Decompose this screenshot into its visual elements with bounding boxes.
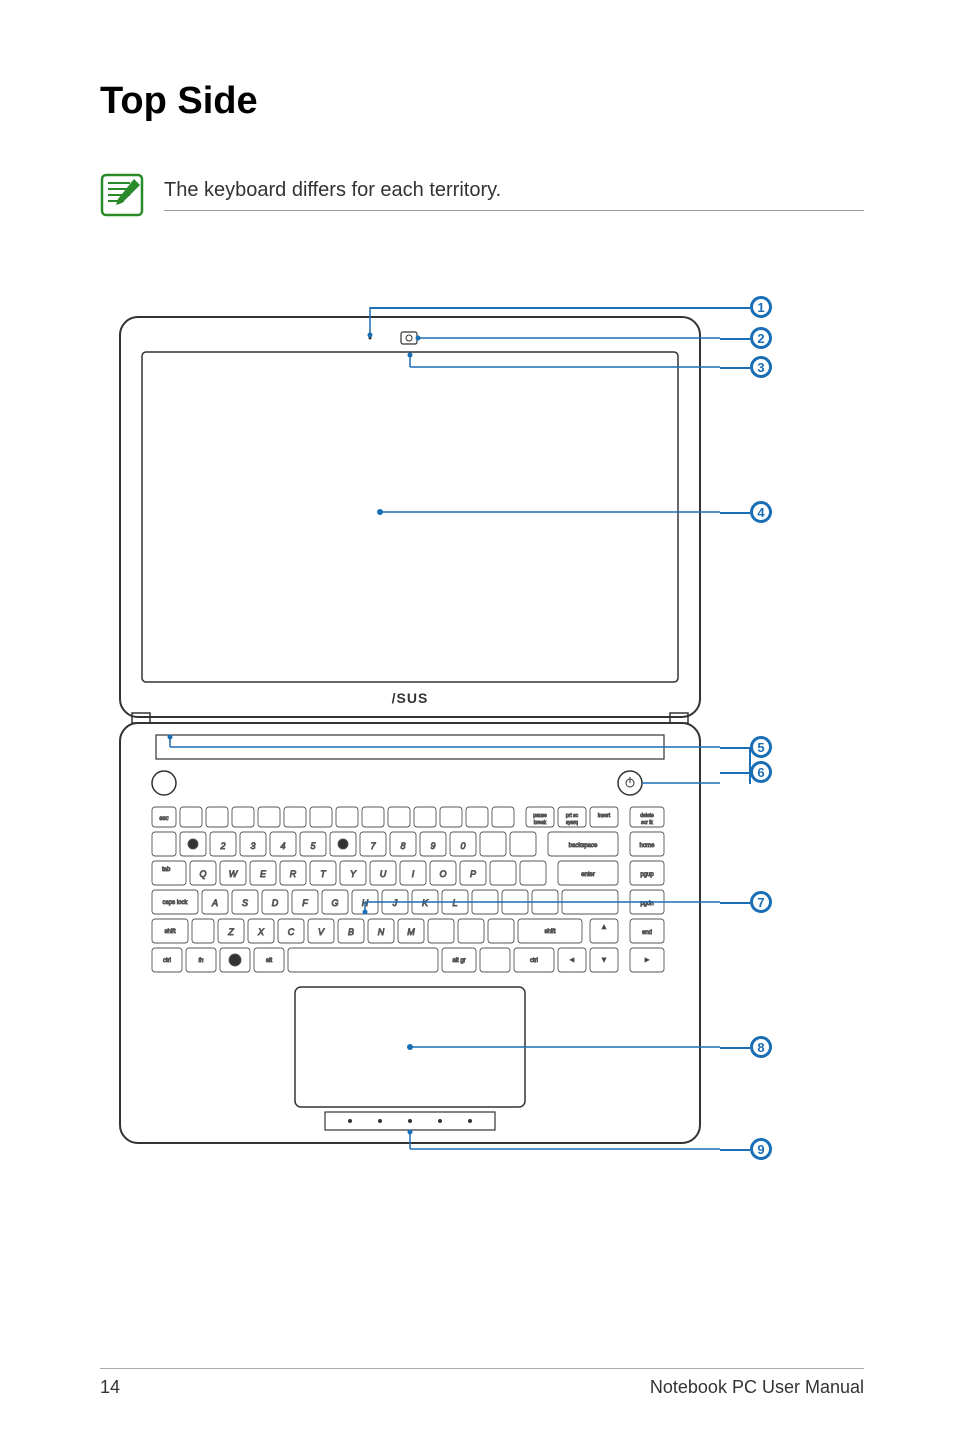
svg-text:L: L bbox=[452, 898, 457, 908]
svg-text:backspace: backspace bbox=[569, 843, 598, 849]
svg-text:M: M bbox=[407, 927, 415, 937]
svg-text:P: P bbox=[470, 869, 476, 879]
page-number: 14 bbox=[100, 1377, 120, 1398]
page-footer: 14 Notebook PC User Manual bbox=[100, 1368, 864, 1398]
svg-text:▴: ▴ bbox=[602, 922, 606, 931]
svg-text:shift: shift bbox=[544, 929, 555, 935]
callout-4: 4 bbox=[750, 501, 772, 523]
svg-text:F: F bbox=[302, 898, 308, 908]
svg-text:prt sc: prt sc bbox=[566, 813, 579, 819]
svg-text:U: U bbox=[380, 869, 387, 879]
svg-text:delete: delete bbox=[640, 813, 654, 819]
svg-text:W: W bbox=[229, 869, 239, 879]
svg-text:V: V bbox=[318, 927, 325, 937]
svg-text:insert: insert bbox=[598, 813, 611, 819]
svg-text:/SUS: /SUS bbox=[392, 690, 429, 706]
svg-text:◂: ◂ bbox=[570, 955, 574, 964]
svg-text:esc: esc bbox=[159, 816, 168, 822]
svg-text:3: 3 bbox=[250, 841, 255, 851]
svg-text:7: 7 bbox=[370, 841, 376, 851]
svg-text:Z: Z bbox=[227, 927, 234, 937]
svg-text:alt gr: alt gr bbox=[452, 958, 465, 964]
svg-text:scr lk: scr lk bbox=[641, 820, 653, 826]
svg-text:R: R bbox=[290, 869, 297, 879]
svg-text:0: 0 bbox=[460, 841, 465, 851]
svg-text:K: K bbox=[422, 898, 429, 908]
svg-text:caps lock: caps lock bbox=[162, 900, 188, 906]
svg-text:8: 8 bbox=[400, 841, 405, 851]
svg-text:Q: Q bbox=[199, 869, 206, 879]
svg-text:C: C bbox=[288, 927, 295, 937]
svg-text:B: B bbox=[348, 927, 354, 937]
callout-5: 5 bbox=[750, 736, 772, 758]
callout-8: 8 bbox=[750, 1036, 772, 1058]
svg-text:O: O bbox=[439, 869, 446, 879]
svg-text:I: I bbox=[412, 869, 415, 879]
note-row: The keyboard differs for each territory. bbox=[100, 173, 864, 217]
svg-text:ctrl: ctrl bbox=[163, 958, 171, 964]
svg-text:9: 9 bbox=[430, 841, 435, 851]
callout-7: 7 bbox=[750, 891, 772, 913]
svg-text:▸: ▸ bbox=[645, 955, 649, 964]
note-text: The keyboard differs for each territory. bbox=[164, 179, 501, 201]
svg-text:E: E bbox=[260, 869, 267, 879]
svg-text:S: S bbox=[242, 898, 248, 908]
svg-text:pgup: pgup bbox=[640, 872, 654, 878]
svg-text:pause: pause bbox=[533, 813, 547, 819]
svg-text:N: N bbox=[378, 927, 385, 937]
callout-2: 2 bbox=[750, 327, 772, 349]
svg-text:end: end bbox=[642, 930, 652, 936]
laptop-diagram: /SUS esc bbox=[100, 277, 880, 1177]
svg-text:Y: Y bbox=[350, 869, 357, 879]
svg-text:fn: fn bbox=[198, 958, 204, 964]
svg-text:sysrq: sysrq bbox=[566, 820, 578, 826]
svg-text:A: A bbox=[211, 898, 218, 908]
svg-text:break: break bbox=[534, 820, 547, 826]
svg-text:tab: tab bbox=[162, 867, 171, 873]
svg-text:home: home bbox=[639, 843, 655, 849]
svg-text:5: 5 bbox=[310, 841, 316, 851]
callout-6: 6 bbox=[750, 761, 772, 783]
manual-title: Notebook PC User Manual bbox=[650, 1377, 864, 1398]
svg-text:▾: ▾ bbox=[602, 955, 606, 964]
callout-9: 9 bbox=[750, 1138, 772, 1160]
svg-text:2: 2 bbox=[219, 841, 225, 851]
svg-text:4: 4 bbox=[280, 841, 285, 851]
svg-text:shift: shift bbox=[164, 929, 175, 935]
svg-text:alt: alt bbox=[266, 958, 273, 964]
svg-text:ctrl: ctrl bbox=[530, 958, 538, 964]
callout-1: 1 bbox=[750, 296, 772, 318]
note-icon bbox=[100, 173, 144, 217]
svg-text:enter: enter bbox=[581, 872, 595, 878]
page-title: Top Side bbox=[100, 80, 864, 123]
svg-text:D: D bbox=[272, 898, 279, 908]
svg-text:X: X bbox=[257, 927, 265, 937]
callout-3: 3 bbox=[750, 356, 772, 378]
svg-text:G: G bbox=[331, 898, 338, 908]
svg-text:T: T bbox=[320, 869, 327, 879]
svg-text:J: J bbox=[392, 898, 398, 908]
